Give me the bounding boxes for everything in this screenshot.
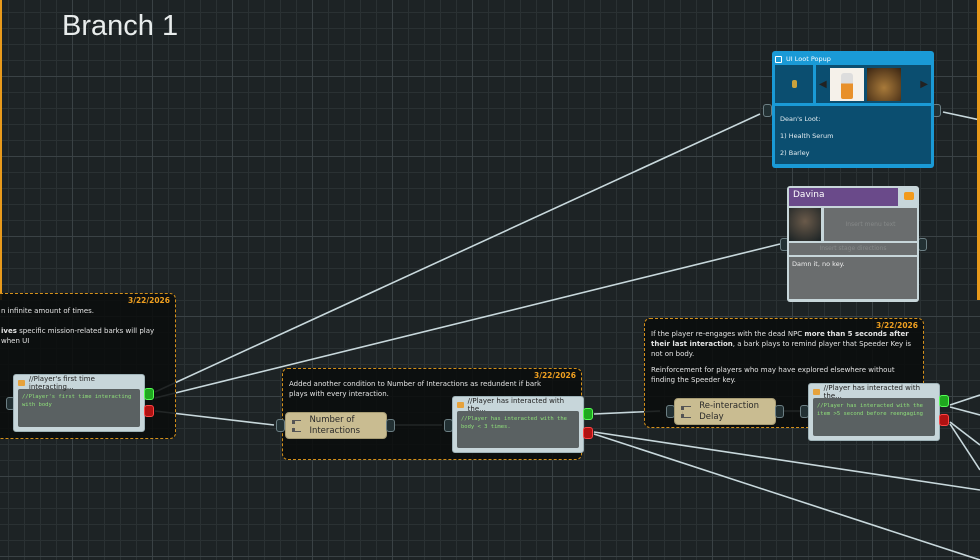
flow-fragment-1[interactable]: //Player's first time interacting... //P… [13,374,145,432]
arrow-left-icon[interactable]: ◀ [819,79,827,90]
node-title: UI Loot Popup [786,55,831,63]
frame-edge-left [0,0,2,300]
fragment-body: //Player's first time interacting with b… [18,389,140,427]
stage-directions-field[interactable]: Insert stage directions [789,243,917,255]
comment-text: n infinite amount of times. [1,307,95,315]
fragment-title: //Player has interacted with the... [467,397,565,413]
loot-text: Dean's Loot: 1) Health Serum 2) Barley [775,106,931,164]
condition-label: Re-interaction Delay [699,400,760,422]
comment-date: 3/22/2026 [875,321,918,330]
comment-text: Reinforcement for players who may have e… [651,366,895,384]
fragment-body: //Player has interacted with the body < … [457,411,579,448]
fragment-icon [813,389,820,395]
speech-bubble-icon [904,192,914,200]
input-pin[interactable] [763,104,772,117]
condition-icon [681,405,692,418]
connection [949,423,980,471]
shirt-icon [775,55,782,63]
dialogue-text[interactable]: Damn it, no key. [789,257,917,299]
output-pin[interactable] [918,238,927,251]
barley-image [866,67,901,101]
connection [949,394,980,406]
flow-fragment-3[interactable]: //Player has interacted with the... //Pl… [808,383,940,441]
output-pin-false[interactable] [583,427,593,439]
output-pin[interactable] [775,405,784,418]
output-pin-true[interactable] [583,408,593,420]
fragment-title: //Player has interacted with the... [823,384,921,400]
output-pin-true[interactable] [144,388,154,400]
connection [949,406,980,416]
ui-loot-popup-node[interactable]: UI Loot Popup ◀ ▶ Dean's Loot: 1) Health … [772,51,934,168]
condition-number-of-interactions[interactable]: Number of Interactions [285,412,387,439]
connection [593,433,980,560]
input-pin[interactable] [276,419,285,432]
flow-fragment-2[interactable]: //Player has interacted with the... //Pl… [452,396,584,453]
comment-date: 3/22/2026 [533,371,576,380]
connection [949,421,980,446]
output-pin-false[interactable] [939,414,949,426]
output-pin[interactable] [386,419,395,432]
item-icon [791,80,797,88]
loot-slot [775,65,813,103]
fragment-body: //Player has interacted with the item >5… [813,398,935,436]
condition-label: Number of Interactions [309,414,360,436]
fragment-title: //Player's first time interacting... [28,375,95,391]
menu-text-field[interactable]: Insert menu text [824,208,917,241]
comment-date: 3/22/2026 [127,296,170,305]
arrow-right-icon[interactable]: ▶ [920,79,928,90]
loot-carousel[interactable]: ◀ ▶ [816,65,931,103]
comment-text: ives specific mission-related barks will… [1,327,155,345]
dialogue-node-davina[interactable]: Davina Insert menu text Insert stage dir… [787,186,919,302]
connection [942,111,980,121]
condition-icon [292,419,302,432]
health-serum-image [829,67,864,101]
condition-reinteraction-delay[interactable]: Re-interaction Delay [674,398,776,425]
comment-text: If the player re-engages with the dead N… [651,330,912,358]
fragment-icon [457,402,464,408]
speaker-portrait [789,208,821,241]
output-pin-false[interactable] [144,405,154,417]
fragment-icon [18,380,25,386]
output-pin-true[interactable] [939,395,949,407]
canvas-title: Branch 1 [62,10,179,42]
speaker-name: Davina [789,188,898,206]
